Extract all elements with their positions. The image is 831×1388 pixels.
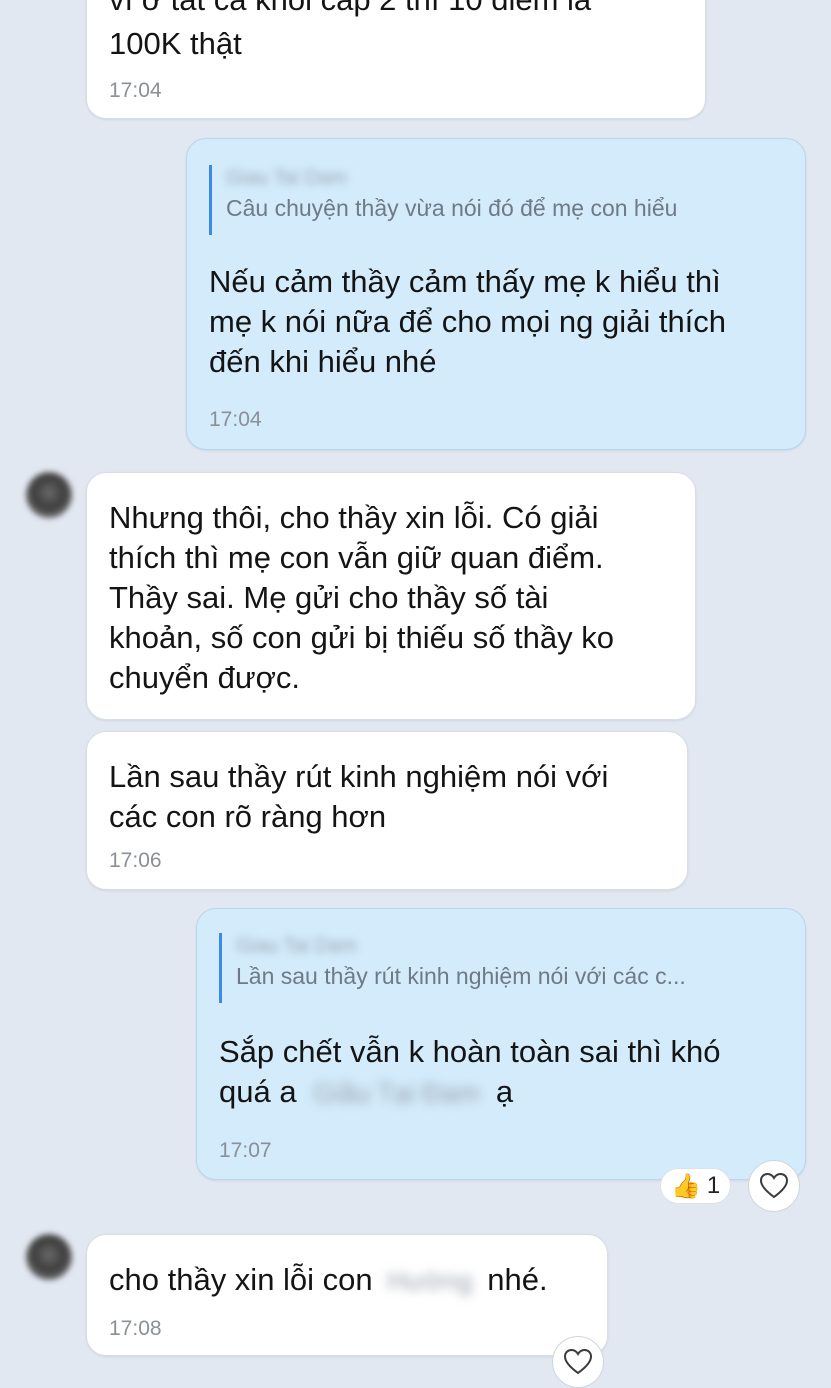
message-text: đến khi hiểu nhé (209, 344, 437, 379)
quoted-text: Lần sau thầy rút kinh nghiệm nói với các… (236, 963, 686, 989)
message-bubble-incoming[interactable]: vì ở tất cả khối cấp 2 thì 10 điểm là 10… (86, 0, 706, 119)
message-time: 17:06 (109, 849, 162, 872)
redacted-name: Hường (387, 1266, 473, 1296)
quoted-text: Câu chuyện thầy vừa nói đó để mẹ con hiể… (226, 195, 678, 221)
heart-icon (564, 1349, 592, 1375)
message-text-suffix: ạ (495, 1074, 514, 1109)
message-text: Sắp chết vẫn k hoàn toàn sai thì khó (219, 1034, 721, 1069)
message-text: chuyển được. (109, 660, 301, 695)
react-heart-button[interactable] (748, 1160, 800, 1212)
message-text: khoản, số con gửi bị thiếu số thầy ko (109, 620, 615, 655)
message-text: Thầy sai. Mẹ gửi cho thầy số tài (109, 580, 549, 615)
message-text: thích thì mẹ con vẫn giữ quan điểm. (109, 540, 604, 575)
thumbs-up-icon: 👍 (671, 1172, 701, 1200)
message-bubble-incoming[interactable]: cho thầy xin lỗi con Hường nhé. 17:08 (86, 1234, 608, 1356)
message-text: vì ở tất cả khối cấp 2 thì 10 điểm là (109, 0, 591, 20)
react-heart-button[interactable] (552, 1336, 604, 1388)
quoted-author: Giau Tai Dam (236, 935, 357, 957)
message-text-prefix: cho thầy xin lỗi con (109, 1262, 373, 1297)
message-text: mẹ k nói nữa để cho mọi ng giải thích (209, 304, 727, 339)
message-bubble-outgoing[interactable]: Giau Tai Dam Lần sau thầy rút kinh nghiệ… (196, 908, 806, 1180)
message-bubble-incoming[interactable]: Lần sau thầy rút kinh nghiệm nói với các… (86, 731, 688, 890)
message-time: 17:04 (209, 408, 262, 431)
message-time: 17:04 (109, 79, 162, 102)
quoted-message[interactable]: Giau Tai Dam Lần sau thầy rút kinh nghiệ… (219, 933, 686, 1003)
message-bubble-incoming[interactable]: Nhưng thôi, cho thầy xin lỗi. Có giải th… (86, 472, 696, 720)
message-text: Nhưng thôi, cho thầy xin lỗi. Có giải (109, 500, 599, 535)
redacted-name: Giầu Tại Đam (313, 1078, 480, 1108)
message-text: quá a Giầu Tại Đam ạ (219, 1071, 513, 1114)
message-text: cho thầy xin lỗi con Hường nhé. (109, 1259, 548, 1302)
quoted-author: Giau Tai Dam (226, 167, 347, 189)
message-text-prefix: quá a (219, 1074, 297, 1109)
sender-avatar[interactable] (26, 472, 72, 518)
message-time: 17:07 (219, 1139, 272, 1162)
sender-avatar[interactable] (26, 1234, 72, 1280)
message-text: Lần sau thầy rút kinh nghiệm nói với (109, 759, 609, 794)
message-time: 17:08 (109, 1317, 162, 1340)
message-text: các con rõ ràng hơn (109, 799, 387, 834)
message-text: Nếu cảm thầy cảm thấy mẹ k hiểu thì (209, 264, 721, 299)
reaction-count: 1 (706, 1172, 721, 1199)
reaction-badge[interactable]: 👍 1 (660, 1168, 732, 1204)
message-text: 100K thật (109, 26, 242, 61)
quoted-message[interactable]: Giau Tai Dam Câu chuyện thầy vừa nói đó … (209, 165, 677, 235)
message-bubble-outgoing[interactable]: Giau Tai Dam Câu chuyện thầy vừa nói đó … (186, 138, 806, 450)
message-text-suffix: nhé. (487, 1262, 548, 1297)
heart-icon (760, 1173, 788, 1199)
